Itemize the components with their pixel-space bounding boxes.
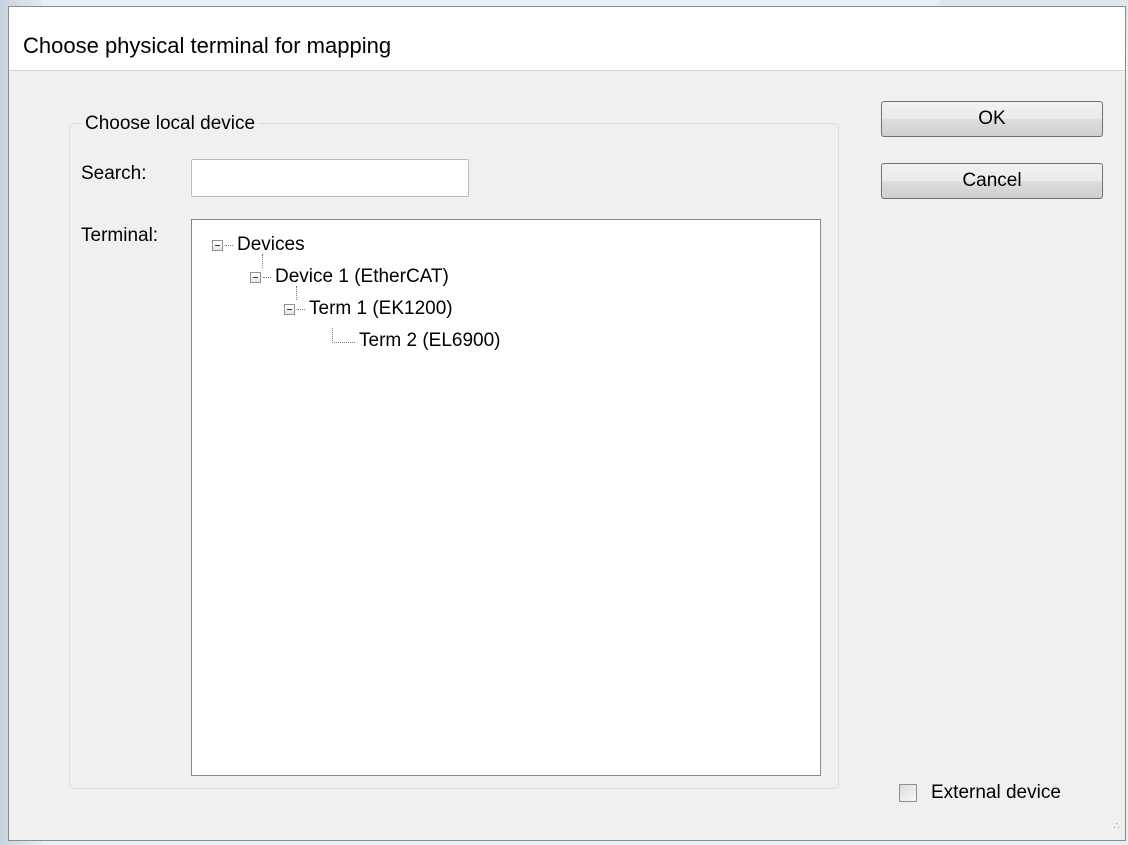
tree-node-label: Device 1 (EtherCAT) xyxy=(275,266,449,287)
tree-node-device-1[interactable]: Device 1 (EtherCAT) xyxy=(250,262,449,292)
resize-grip-icon[interactable]: ∴ xyxy=(1109,822,1121,836)
tree-dots xyxy=(225,244,233,246)
collapse-icon[interactable] xyxy=(250,271,261,283)
tree-node-term-1[interactable]: Term 1 (EK1200) xyxy=(284,294,453,324)
search-input[interactable] xyxy=(191,159,469,197)
choose-terminal-dialog: Choose physical terminal for mapping Cho… xyxy=(8,6,1126,841)
collapse-icon[interactable] xyxy=(284,303,295,315)
external-device-label: External device xyxy=(931,782,1061,803)
tree-node-devices[interactable]: Devices xyxy=(212,230,305,260)
tree-node-term-2[interactable]: Term 2 (EL6900) xyxy=(332,326,501,356)
terminal-tree[interactable]: Devices Device 1 (EtherCAT) Term 1 (EK12… xyxy=(191,219,821,776)
collapse-icon[interactable] xyxy=(212,239,223,251)
ok-button[interactable]: OK xyxy=(881,101,1103,137)
cancel-button[interactable]: Cancel xyxy=(881,163,1103,199)
external-device-option[interactable]: External device xyxy=(899,778,1061,808)
tree-node-label: Term 1 (EK1200) xyxy=(309,298,453,319)
dialog-title: Choose physical terminal for mapping xyxy=(23,33,392,58)
terminal-label: Terminal: xyxy=(81,225,159,246)
title-bar[interactable]: Choose physical terminal for mapping xyxy=(9,7,1125,71)
search-label: Search: xyxy=(81,163,147,184)
tree-leaf-connector xyxy=(332,327,355,343)
tree-dots xyxy=(263,276,271,278)
external-device-checkbox[interactable] xyxy=(899,784,917,802)
tree-node-label: Term 2 (EL6900) xyxy=(359,330,501,351)
tree-dots xyxy=(297,308,305,310)
group-legend: Choose local device xyxy=(81,113,260,135)
tree-node-label: Devices xyxy=(237,234,305,255)
